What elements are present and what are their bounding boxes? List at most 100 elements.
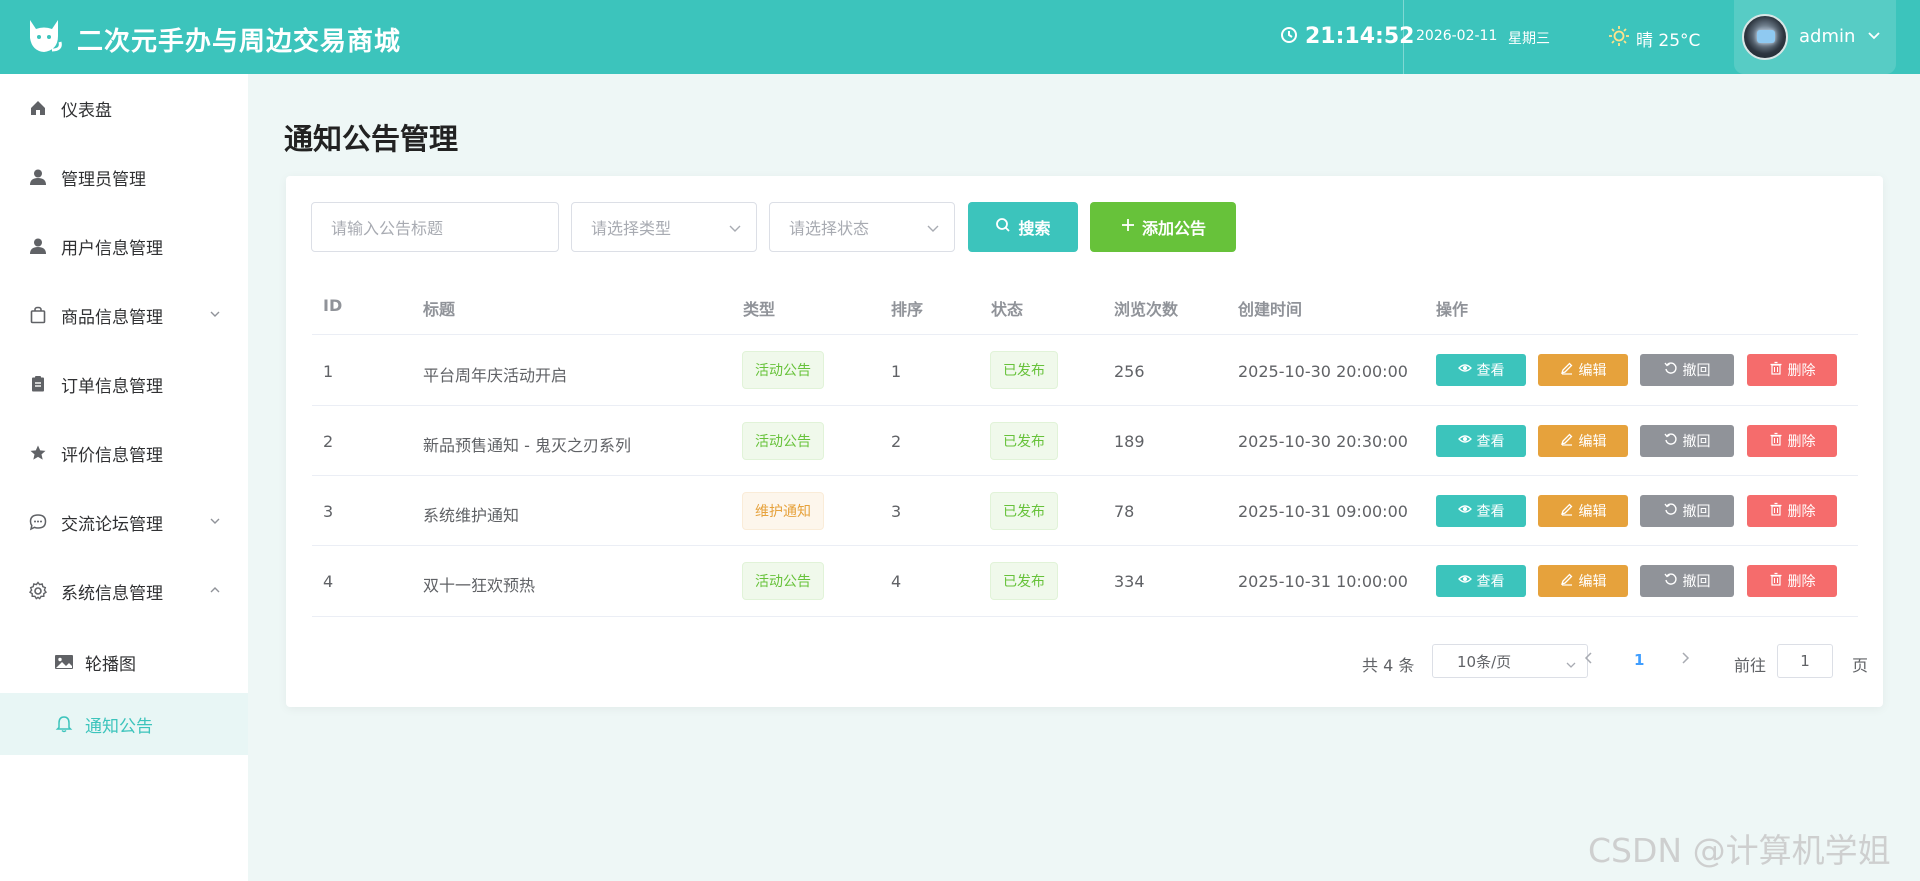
prev-page-button[interactable] [1582, 650, 1596, 669]
refresh-icon [1663, 361, 1678, 379]
notice-card: 请输入公告标题 请选择类型 请选择状态 搜索 添加公告 ID 标题 类型 排序 … [286, 176, 1883, 707]
delete-button-label: 删除 [1787, 434, 1816, 450]
chevron-down-icon [926, 220, 940, 239]
weather: 晴 25°C [1608, 25, 1700, 52]
type-tag: 活动公告 [742, 562, 824, 600]
sidebar-item-label: 用户信息管理 [61, 238, 163, 259]
sidebar-item-dashboard[interactable]: 仪表盘 [0, 74, 248, 142]
page-number-current[interactable]: 1 [1634, 651, 1644, 669]
view-button[interactable]: 查看 [1436, 495, 1526, 527]
watermark: CSDN @计算机学姐 [1588, 831, 1891, 870]
sidebar-item-admins[interactable]: 管理员管理 [0, 143, 248, 211]
edit-button[interactable]: 编辑 [1538, 565, 1628, 597]
home-icon [28, 98, 48, 118]
revoke-button[interactable]: 撤回 [1640, 565, 1734, 597]
cell-sort: 3 [891, 502, 902, 521]
page-size-select[interactable]: 10条/页 [1432, 644, 1588, 678]
sidebar-item-system[interactable]: 系统信息管理 [0, 557, 248, 625]
next-page-button[interactable] [1678, 650, 1692, 669]
sidebar-item-reviews[interactable]: 评价信息管理 [0, 419, 248, 487]
edit-button[interactable]: 编辑 [1538, 495, 1628, 527]
search-button-label: 搜索 [1018, 219, 1051, 238]
clock: 21:14:52 [1280, 24, 1414, 49]
status-badge: 已发布 [990, 351, 1058, 389]
delete-button[interactable]: 删除 [1747, 425, 1837, 457]
date-text: 2026-02-11 [1416, 28, 1498, 44]
title-search-placeholder: 请输入公告标题 [331, 219, 444, 238]
edit-button[interactable]: 编辑 [1538, 425, 1628, 457]
user-name: admin [1799, 26, 1856, 47]
table-divider [312, 475, 1858, 476]
delete-button-label: 删除 [1787, 574, 1816, 590]
sidebar-item-banner[interactable]: 轮播图 [0, 631, 248, 693]
type-tag: 维护通知 [742, 492, 824, 530]
column-header-type: 类型 [743, 300, 776, 319]
delete-button[interactable]: 删除 [1747, 565, 1837, 597]
pencil-icon [1560, 572, 1574, 590]
type-select[interactable]: 请选择类型 [571, 202, 757, 252]
goto-page-input[interactable]: 1 [1777, 644, 1833, 678]
pencil-icon [1560, 361, 1574, 379]
delete-button[interactable]: 删除 [1747, 354, 1837, 386]
sun-icon [1608, 25, 1630, 52]
chat-icon [28, 512, 48, 532]
revoke-button-label: 撤回 [1682, 363, 1711, 379]
cell-sort: 2 [891, 432, 902, 451]
sidebar-item-label: 交流论坛管理 [61, 514, 163, 535]
avatar [1742, 14, 1788, 60]
cell-created: 2025-10-30 20:30:00 [1238, 432, 1408, 451]
sidebar-item-products[interactable]: 商品信息管理 [0, 281, 248, 349]
user-menu[interactable]: admin [1734, 0, 1896, 74]
refresh-icon [1663, 432, 1678, 450]
add-button-label: 添加公告 [1141, 219, 1206, 238]
title-search-input[interactable]: 请输入公告标题 [311, 202, 559, 252]
view-button[interactable]: 查看 [1436, 425, 1526, 457]
edit-button-label: 编辑 [1578, 363, 1607, 379]
cell-created: 2025-10-31 10:00:00 [1238, 572, 1408, 591]
column-header-sort: 排序 [891, 300, 924, 319]
cell-id: 2 [323, 432, 334, 451]
cell-created: 2025-10-30 20:00:00 [1238, 362, 1408, 381]
table-divider [312, 545, 1858, 546]
trash-icon [1769, 432, 1783, 450]
cell-views: 189 [1114, 432, 1145, 451]
goto-label: 前往 [1734, 656, 1767, 675]
status-select[interactable]: 请选择状态 [769, 202, 955, 252]
page-size-value: 10条/页 [1457, 652, 1512, 671]
view-button-label: 查看 [1476, 504, 1505, 520]
table-divider [312, 616, 1858, 617]
picture-icon [54, 652, 74, 672]
view-button[interactable]: 查看 [1436, 565, 1526, 597]
sidebar-item-label: 管理员管理 [61, 169, 146, 190]
revoke-button[interactable]: 撤回 [1640, 495, 1734, 527]
cell-id: 3 [323, 502, 334, 521]
revoke-button[interactable]: 撤回 [1640, 425, 1734, 457]
cell-views: 256 [1114, 362, 1145, 381]
status-select-placeholder: 请选择状态 [789, 219, 870, 238]
clipboard-icon [28, 374, 48, 394]
sidebar-item-forum[interactable]: 交流论坛管理 [0, 488, 248, 556]
search-button[interactable]: 搜索 [968, 202, 1078, 252]
revoke-button-label: 撤回 [1682, 434, 1711, 450]
revoke-button[interactable]: 撤回 [1640, 354, 1734, 386]
type-tag: 活动公告 [742, 351, 824, 389]
table-divider [312, 334, 1858, 335]
cell-id: 4 [323, 572, 334, 591]
sidebar-item-notice[interactable]: 通知公告 [0, 693, 248, 755]
add-notice-button[interactable]: 添加公告 [1090, 202, 1236, 252]
status-badge: 已发布 [990, 562, 1058, 600]
trash-icon [1769, 502, 1783, 520]
view-button[interactable]: 查看 [1436, 354, 1526, 386]
refresh-icon [1663, 502, 1678, 520]
type-tag: 活动公告 [742, 422, 824, 460]
delete-button[interactable]: 删除 [1747, 495, 1837, 527]
cell-sort: 1 [891, 362, 902, 381]
chevron-down-icon [728, 220, 742, 239]
edit-button[interactable]: 编辑 [1538, 354, 1628, 386]
revoke-button-label: 撤回 [1682, 574, 1711, 590]
sidebar-item-users[interactable]: 用户信息管理 [0, 212, 248, 280]
view-button-label: 查看 [1476, 574, 1505, 590]
edit-button-label: 编辑 [1578, 574, 1607, 590]
sidebar-item-orders[interactable]: 订单信息管理 [0, 350, 248, 418]
delete-button-label: 删除 [1787, 504, 1816, 520]
